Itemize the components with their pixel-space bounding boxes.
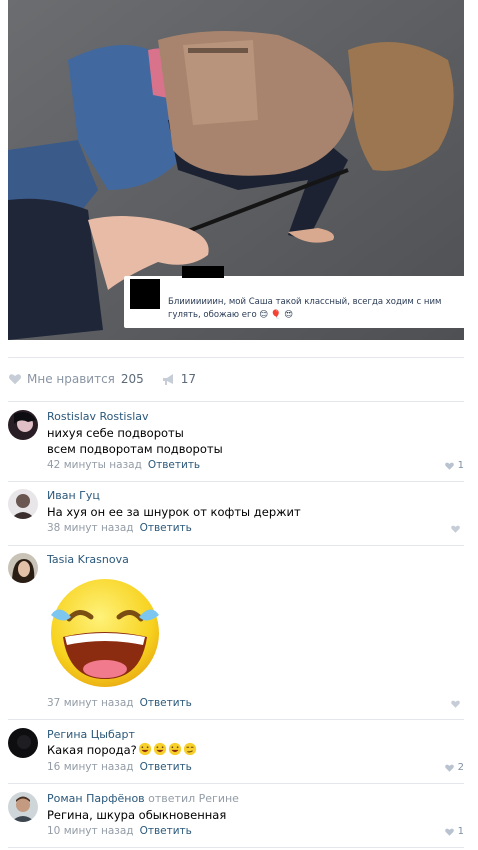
smirk-emoji bbox=[183, 742, 196, 756]
reply-link[interactable]: Ответить bbox=[140, 697, 192, 709]
comment-like-count: 1 bbox=[457, 460, 464, 471]
reply-link[interactable]: Ответить bbox=[140, 825, 192, 837]
avatar[interactable] bbox=[8, 410, 38, 440]
reply-link[interactable]: Ответить bbox=[140, 761, 192, 773]
comment-meta: 16 минут назад Ответить bbox=[47, 761, 192, 773]
divider bbox=[8, 847, 464, 848]
comment-text: Какая порода? bbox=[47, 743, 137, 757]
repost-count: 17 bbox=[180, 372, 197, 386]
comment-author[interactable]: Rostislav Rostislav bbox=[47, 410, 149, 423]
comment: Иван Гуц На хуя он ее за шнурок от кофты… bbox=[8, 489, 464, 539]
comment-text-line: Регина, шкура обыкновенная bbox=[47, 808, 227, 822]
comment-meta: 10 минут назад Ответить bbox=[47, 825, 192, 837]
comment-header: Роман Парфёнов ответил Регине bbox=[47, 792, 239, 805]
comment-time[interactable]: 16 минут назад bbox=[47, 761, 134, 773]
comment-like-count: 1 bbox=[457, 826, 464, 837]
comment-like-button[interactable] bbox=[450, 699, 464, 709]
comment-meta: 42 минуты назад Ответить bbox=[47, 459, 200, 471]
comment-text-line: На хуя он ее за шнурок от кофты держит bbox=[47, 505, 301, 519]
comment: Tasia Krasnova 37 минут назад Ответить bbox=[8, 553, 464, 713]
comment-text-line: всем подворотам подвороты bbox=[47, 442, 223, 456]
laughing-crying-emoji bbox=[153, 742, 166, 756]
comment-like-count: 2 bbox=[457, 762, 464, 773]
like-button[interactable]: Мне нравится 205 bbox=[8, 372, 144, 386]
censored-avatar bbox=[130, 279, 160, 309]
comment-text-line: нихуя себе подвороты bbox=[47, 426, 184, 440]
avatar[interactable] bbox=[8, 489, 38, 519]
divider bbox=[8, 545, 464, 546]
comment-meta: 38 минут назад Ответить bbox=[47, 522, 192, 534]
like-label: Мне нравится bbox=[27, 372, 115, 386]
comment-author[interactable]: Регина Цыбарт bbox=[47, 728, 135, 741]
caption-text: Блииииииин, мой Саша такой классный, все… bbox=[168, 297, 442, 320]
photo-caption-overlay: Блииииииин, мой Саша такой классный, все… bbox=[124, 266, 464, 328]
comment-author[interactable]: Роман Парфёнов bbox=[47, 792, 145, 805]
divider bbox=[8, 783, 464, 784]
heart-icon bbox=[444, 462, 454, 470]
avatar[interactable] bbox=[8, 553, 38, 583]
comment-like-button[interactable]: 1 bbox=[444, 826, 464, 837]
post-actions: Мне нравится 205 17 bbox=[8, 368, 196, 390]
laughing-crying-emoji bbox=[138, 742, 151, 756]
heart-icon bbox=[451, 700, 460, 708]
reply-link[interactable]: Ответить bbox=[140, 522, 192, 534]
heart-icon bbox=[444, 828, 454, 836]
laughing-crying-emoji bbox=[51, 579, 159, 687]
reply-link[interactable]: Ответить bbox=[148, 459, 200, 471]
divider bbox=[8, 357, 464, 358]
divider bbox=[8, 719, 464, 720]
divider bbox=[8, 481, 464, 482]
avatar[interactable] bbox=[8, 728, 38, 758]
avatar[interactable] bbox=[8, 792, 38, 822]
divider bbox=[8, 401, 464, 402]
sticker-image bbox=[45, 575, 165, 695]
censored-name bbox=[182, 266, 224, 278]
comment: Rostislav Rostislav нихуя себе подвороты… bbox=[8, 410, 464, 475]
post-photo[interactable]: Блииииииин, мой Саша такой классный, все… bbox=[8, 0, 464, 340]
comment-like-button[interactable]: 2 bbox=[444, 762, 464, 773]
comment-author[interactable]: Иван Гуц bbox=[47, 489, 100, 502]
heart-icon bbox=[451, 525, 460, 533]
comment: Регина Цыбарт Какая порода? 16 минут наз… bbox=[8, 728, 464, 776]
comment: Роман Парфёнов ответил Регине Регина, шк… bbox=[8, 792, 464, 842]
comment-like-button[interactable]: 1 bbox=[444, 460, 464, 471]
heart-icon bbox=[8, 374, 22, 385]
comment-like-button[interactable] bbox=[450, 524, 464, 534]
laughing-crying-emoji bbox=[168, 742, 181, 756]
comment-time[interactable]: 42 минуты назад bbox=[47, 459, 142, 471]
reply-to-label[interactable]: ответил Регине bbox=[148, 792, 239, 805]
comment-meta: 37 минут назад Ответить bbox=[47, 697, 192, 709]
emoji-group bbox=[137, 742, 197, 757]
comment-time[interactable]: 37 минут назад bbox=[47, 697, 134, 709]
like-count: 205 bbox=[120, 372, 144, 386]
comment-author[interactable]: Tasia Krasnova bbox=[47, 553, 129, 566]
repost-button[interactable]: 17 bbox=[162, 372, 196, 386]
megaphone-icon bbox=[162, 373, 173, 385]
heart-icon bbox=[444, 764, 454, 772]
comment-time[interactable]: 38 минут назад bbox=[47, 522, 134, 534]
comment-text-line: Какая порода? bbox=[47, 742, 197, 758]
comment-time[interactable]: 10 минут назад bbox=[47, 825, 134, 837]
